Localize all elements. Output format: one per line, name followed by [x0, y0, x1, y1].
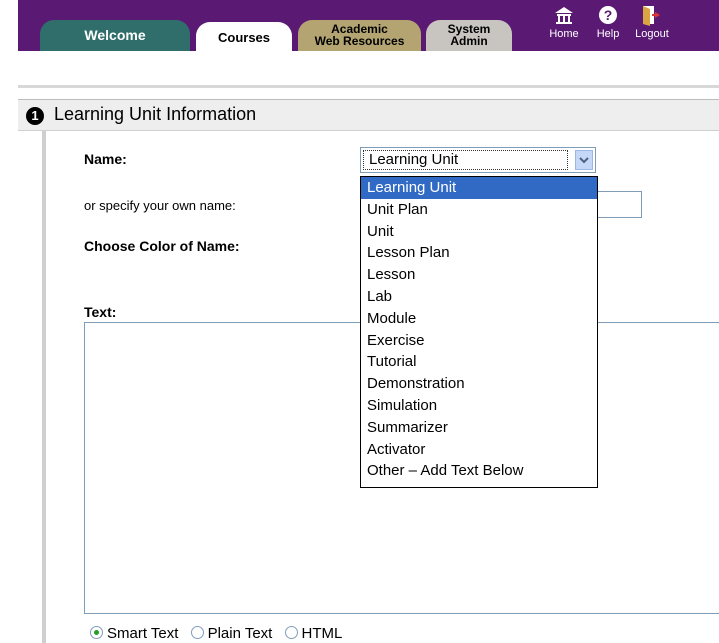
header-divider: [18, 85, 719, 88]
radio-html[interactable]: HTML: [284, 625, 343, 642]
option-unit-plan[interactable]: Unit Plan: [361, 199, 597, 221]
tab-system-admin[interactable]: System Admin: [426, 20, 512, 51]
help-label: Help: [596, 28, 620, 40]
option-tutorial[interactable]: Tutorial: [361, 351, 597, 373]
help-icon: ?: [599, 6, 617, 24]
tab-system-label-line2: Admin: [450, 34, 488, 48]
name-select-value: Learning Unit: [363, 150, 568, 170]
radio-plain-text-label: Plain Text: [207, 625, 273, 642]
radio-smart-text-label: Smart Text: [107, 625, 179, 642]
radio-smart-text[interactable]: Smart Text: [90, 625, 178, 642]
option-module[interactable]: Module: [361, 308, 597, 330]
home-icon: [555, 7, 573, 24]
tab-welcome[interactable]: Welcome: [40, 20, 190, 51]
option-demonstration[interactable]: Demonstration: [361, 373, 597, 395]
own-name-label: or specify your own name:: [84, 198, 236, 213]
logout-button[interactable]: Logout: [632, 4, 672, 40]
text-format-radio-group: Smart Text Plain Text HTML: [90, 625, 350, 642]
option-lesson[interactable]: Lesson: [361, 264, 597, 286]
svg-text:?: ?: [604, 7, 613, 23]
option-other[interactable]: Other – Add Text Below: [361, 460, 597, 482]
top-navigation-bar: Welcome Courses Academic Web Resources S…: [0, 0, 719, 51]
help-button[interactable]: ? Help: [588, 4, 628, 40]
tab-academic-label-line2: Web Resources: [314, 34, 405, 48]
radio-plain-text[interactable]: Plain Text: [190, 625, 273, 642]
option-simulation[interactable]: Simulation: [361, 395, 597, 417]
option-summarizer[interactable]: Summarizer: [361, 417, 597, 439]
option-activator[interactable]: Activator: [361, 439, 597, 461]
logout-label: Logout: [635, 28, 669, 40]
option-lesson-plan[interactable]: Lesson Plan: [361, 242, 597, 264]
tab-academic-web-resources[interactable]: Academic Web Resources: [298, 20, 421, 51]
logout-icon: [643, 6, 660, 26]
tab-courses[interactable]: Courses: [196, 22, 292, 51]
own-name-input[interactable]: [596, 191, 642, 218]
option-learning-unit[interactable]: Learning Unit: [361, 177, 597, 199]
option-unit[interactable]: Unit: [361, 221, 597, 243]
option-lab[interactable]: Lab: [361, 286, 597, 308]
chevron-down-icon: [579, 157, 589, 164]
text-label: Text:: [84, 304, 117, 320]
radio-button[interactable]: [284, 626, 298, 639]
section-title: Learning Unit Information: [54, 104, 257, 124]
step-number-badge: 1: [26, 107, 44, 125]
section-left-rule: [42, 131, 46, 643]
dropdown-arrow-button[interactable]: [575, 150, 593, 170]
radio-button[interactable]: [190, 626, 204, 639]
home-button[interactable]: Home: [544, 4, 584, 40]
radio-html-label: HTML: [301, 625, 343, 642]
name-options-list[interactable]: Learning Unit Unit Plan Unit Lesson Plan…: [360, 176, 598, 488]
name-select[interactable]: Learning Unit: [360, 147, 596, 173]
name-label: Name:: [84, 151, 127, 167]
option-exercise[interactable]: Exercise: [361, 330, 597, 352]
color-label: Choose Color of Name:: [84, 238, 240, 254]
radio-button-checked[interactable]: [90, 626, 103, 639]
home-label: Home: [549, 28, 579, 40]
section-header: 1 Learning Unit Information: [18, 99, 719, 131]
